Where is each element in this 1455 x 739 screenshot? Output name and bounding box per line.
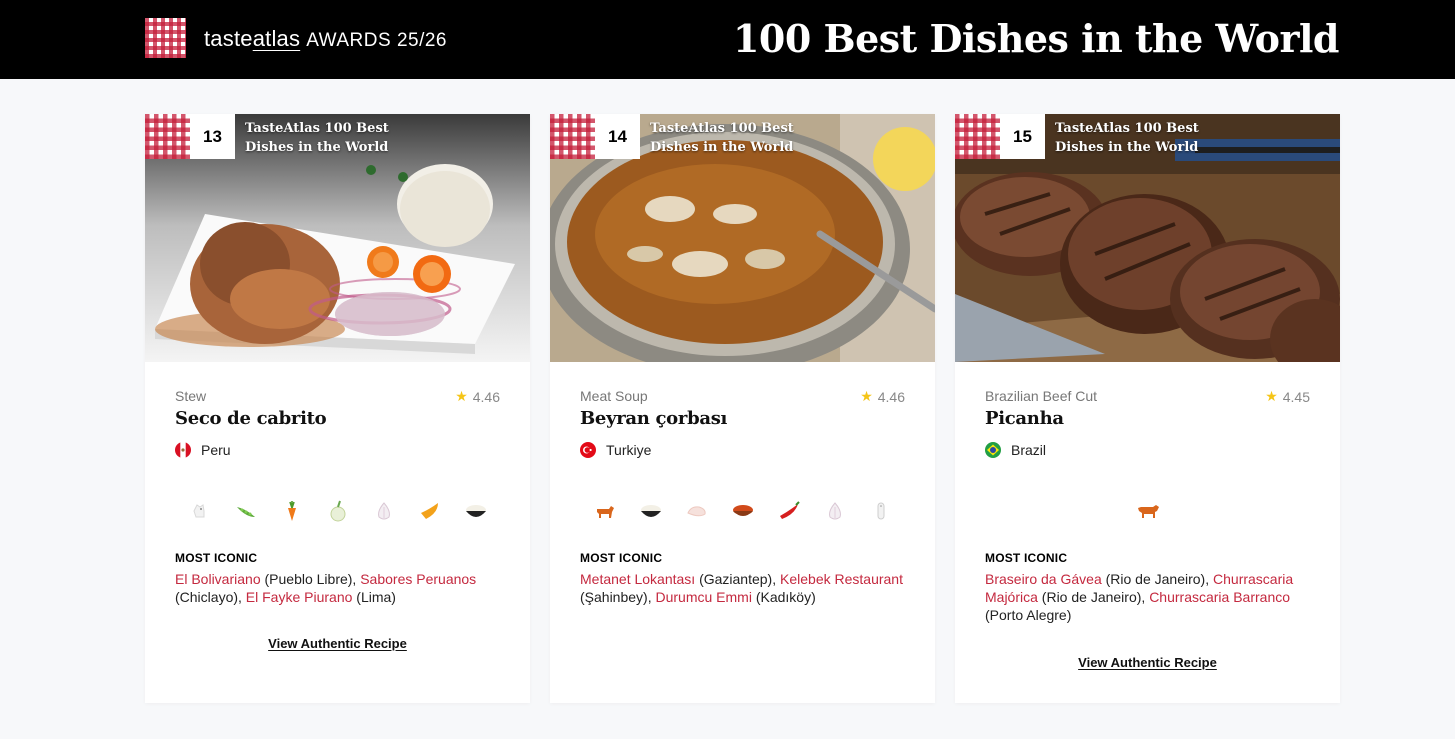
restaurant-location: (Şahinbey), bbox=[580, 589, 656, 605]
dish-card-15[interactable]: 15 TasteAtlas 100 Best Dishes in the Wor… bbox=[955, 114, 1340, 703]
beef-icon[interactable] bbox=[1136, 499, 1160, 523]
red-chili-icon[interactable] bbox=[777, 499, 801, 523]
dish-country[interactable]: Brazil bbox=[985, 440, 1310, 460]
restaurant-link[interactable]: Durumcu Emmi bbox=[655, 589, 751, 605]
award-label: TasteAtlas 100 Best Dishes in the World bbox=[245, 121, 389, 155]
dish-image[interactable]: 15 TasteAtlas 100 Best Dishes in the Wor… bbox=[955, 114, 1340, 362]
chili-pepper-icon[interactable] bbox=[418, 499, 442, 523]
rating-value: 4.45 bbox=[1282, 388, 1310, 405]
onion-icon[interactable] bbox=[326, 499, 350, 523]
restaurant-link[interactable]: Kelebek Restaurant bbox=[780, 571, 903, 587]
restaurant-link[interactable]: Sabores Peruanos bbox=[360, 571, 476, 587]
restaurant-location: (Porto Alegre) bbox=[985, 607, 1072, 623]
garlic-icon[interactable] bbox=[372, 499, 396, 523]
checkered-badge-icon bbox=[955, 114, 1000, 159]
rank-number: 14 bbox=[595, 114, 640, 159]
dish-category[interactable]: Brazilian Beef Cut bbox=[985, 388, 1310, 406]
restaurant-location: (Lima) bbox=[352, 589, 396, 605]
turkey-flag-icon bbox=[580, 442, 596, 458]
rice-bowl-icon[interactable] bbox=[464, 499, 488, 523]
restaurant-location: (Chiclayo), bbox=[175, 589, 246, 605]
dish-card-14[interactable]: 14 TasteAtlas 100 Best Dishes in the Wor… bbox=[550, 114, 935, 703]
star-icon: ★ bbox=[1265, 388, 1278, 404]
rating: ★ 4.45 bbox=[1265, 388, 1310, 405]
carrot-icon[interactable] bbox=[280, 499, 304, 523]
page-title: 100 Best Dishes in the World bbox=[732, 16, 1340, 61]
checkered-badge-icon bbox=[550, 114, 595, 159]
restaurant-location: (Rio de Janeiro), bbox=[1037, 589, 1150, 605]
restaurant-link[interactable]: El Fayke Piurano bbox=[246, 589, 353, 605]
dish-card-13[interactable]: 13 TasteAtlas 100 Best Dishes in the Wor… bbox=[145, 114, 530, 703]
checkered-badge-icon bbox=[145, 114, 190, 159]
restaurant-link[interactable]: El Bolivariano bbox=[175, 571, 261, 587]
star-icon: ★ bbox=[860, 388, 873, 404]
rank-number: 15 bbox=[1000, 114, 1045, 159]
rating-value: 4.46 bbox=[877, 388, 905, 405]
restaurant-location: (Gaziantep), bbox=[695, 571, 781, 587]
brand-logo[interactable]: tasteatlas AWARDS 25/26 bbox=[204, 26, 447, 52]
card-body: Brazilian Beef Cut ★ 4.45 Picanha Brazil… bbox=[955, 362, 1340, 670]
view-recipe-link[interactable]: View Authentic Recipe bbox=[175, 636, 500, 651]
rating-value: 4.46 bbox=[472, 388, 500, 405]
most-iconic-title: MOST ICONIC bbox=[580, 551, 663, 565]
dish-image[interactable]: 14 TasteAtlas 100 Best Dishes in the Wor… bbox=[550, 114, 935, 362]
dish-name[interactable]: Beyran çorbası bbox=[580, 408, 905, 432]
most-iconic-title: MOST ICONIC bbox=[985, 551, 1068, 565]
card-body: Stew ★ 4.46 Seco de cabrito Peru MOST IC… bbox=[145, 362, 530, 651]
ingredient-list bbox=[175, 496, 500, 526]
paprika-icon[interactable] bbox=[731, 499, 755, 523]
dish-name[interactable]: Picanha bbox=[985, 408, 1310, 432]
top-bar: tasteatlas AWARDS 25/26 100 Best Dishes i… bbox=[0, 0, 1455, 79]
garlic-icon[interactable] bbox=[823, 499, 847, 523]
award-label: TasteAtlas 100 Best Dishes in the World bbox=[1055, 121, 1199, 155]
dish-image[interactable]: 13 TasteAtlas 100 Best Dishes in the Wor… bbox=[145, 114, 530, 362]
restaurant-link[interactable]: Churrascaria Barranco bbox=[1149, 589, 1290, 605]
brand-atlas: atlas bbox=[252, 26, 301, 51]
ingredient-list bbox=[580, 496, 905, 526]
brand-awards: AWARDS 25/26 bbox=[306, 30, 447, 51]
restaurant-location: (Kadıköy) bbox=[751, 589, 816, 605]
dish-category[interactable]: Meat Soup bbox=[580, 388, 905, 406]
award-label: TasteAtlas 100 Best Dishes in the World bbox=[650, 121, 794, 155]
dish-country[interactable]: Peru bbox=[175, 440, 500, 460]
salt-icon[interactable] bbox=[869, 499, 893, 523]
most-iconic-list: Metanet Lokantası (Gaziantep), Kelebek R… bbox=[580, 570, 905, 606]
brand-taste: taste bbox=[204, 26, 253, 51]
country-name: Turkiye bbox=[606, 442, 652, 458]
lamb-icon[interactable] bbox=[593, 499, 617, 523]
dish-name[interactable]: Seco de cabrito bbox=[175, 408, 500, 432]
country-name: Peru bbox=[201, 442, 231, 458]
meat-icon[interactable] bbox=[685, 499, 709, 523]
peru-flag-icon bbox=[175, 442, 191, 458]
peas-icon[interactable] bbox=[234, 499, 258, 523]
country-name: Brazil bbox=[1011, 442, 1047, 458]
rating: ★ 4.46 bbox=[455, 388, 500, 405]
restaurant-location: (Pueblo Libre), bbox=[260, 571, 361, 587]
goat-icon[interactable] bbox=[188, 499, 212, 523]
restaurant-link[interactable]: Metanet Lokantası bbox=[580, 571, 695, 587]
brazil-flag-icon bbox=[985, 442, 1001, 458]
star-icon: ★ bbox=[455, 388, 468, 404]
restaurant-location: (Rio de Janeiro), bbox=[1101, 571, 1214, 587]
view-recipe-link[interactable]: View Authentic Recipe bbox=[985, 655, 1310, 670]
most-iconic-list: Braseiro da Gávea (Rio de Janeiro), Chur… bbox=[985, 570, 1310, 624]
ingredient-list bbox=[985, 496, 1310, 526]
most-iconic-title: MOST ICONIC bbox=[175, 551, 258, 565]
rank-number: 13 bbox=[190, 114, 235, 159]
dish-category[interactable]: Stew bbox=[175, 388, 500, 406]
rating: ★ 4.46 bbox=[860, 388, 905, 405]
most-iconic-list: El Bolivariano (Pueblo Libre), Sabores P… bbox=[175, 570, 500, 606]
dish-country[interactable]: Turkiye bbox=[580, 440, 905, 460]
restaurant-link[interactable]: Braseiro da Gávea bbox=[985, 571, 1102, 587]
card-body: Meat Soup ★ 4.46 Beyran çorbası Turkiye … bbox=[550, 362, 935, 606]
tasteatlas-logo-icon[interactable] bbox=[145, 18, 186, 58]
rice-bowl-icon[interactable] bbox=[639, 499, 663, 523]
